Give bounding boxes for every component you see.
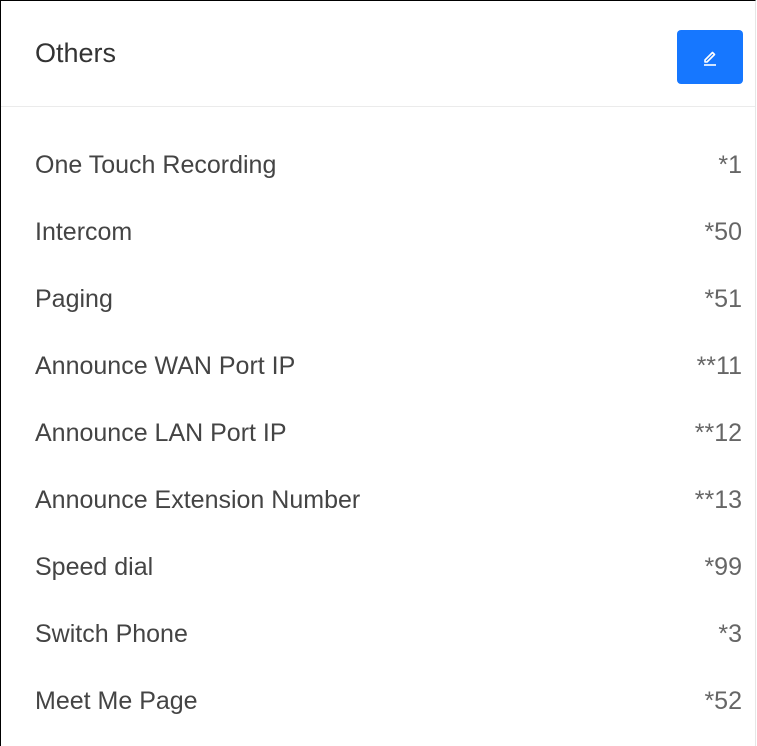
feature-code: *52 (704, 687, 742, 715)
list-item: Announce Extension Number **13 (1, 467, 755, 534)
list-item: Intercom *50 (1, 199, 755, 266)
feature-label: Announce Extension Number (35, 486, 361, 514)
feature-code: *51 (704, 285, 742, 313)
list-item: Speed dial *99 (1, 534, 755, 601)
list-item: Announce WAN Port IP **11 (1, 333, 755, 400)
feature-code: *3 (718, 620, 742, 648)
feature-code: *1 (718, 151, 742, 179)
feature-code: **13 (694, 486, 742, 514)
edit-button[interactable] (677, 30, 743, 84)
others-panel: Others One Touch Recording *1 Intercom *… (0, 0, 756, 746)
feature-label: Announce WAN Port IP (35, 352, 296, 380)
feature-code: **12 (694, 419, 742, 447)
feature-label: One Touch Recording (35, 151, 277, 179)
feature-label: Paging (35, 285, 113, 313)
list-item: Announce LAN Port IP **12 (1, 400, 755, 467)
list-item: Meet Me Page *52 (1, 668, 755, 735)
feature-label: Intercom (35, 218, 133, 246)
feature-code-list: One Touch Recording *1 Intercom *50 Pagi… (1, 132, 755, 735)
feature-label: Announce LAN Port IP (35, 419, 287, 447)
feature-label: Speed dial (35, 553, 154, 581)
panel-title: Others (35, 38, 117, 68)
pencil-edit-icon (699, 46, 721, 68)
list-item: Paging *51 (1, 266, 755, 333)
list-item: One Touch Recording *1 (1, 132, 755, 199)
feature-code: **11 (696, 352, 742, 380)
feature-label: Meet Me Page (35, 687, 198, 715)
panel-header: Others (1, 1, 755, 107)
feature-label: Switch Phone (35, 620, 188, 648)
list-item: Switch Phone *3 (1, 601, 755, 668)
feature-code: *50 (704, 218, 742, 246)
feature-code: *99 (704, 553, 742, 581)
